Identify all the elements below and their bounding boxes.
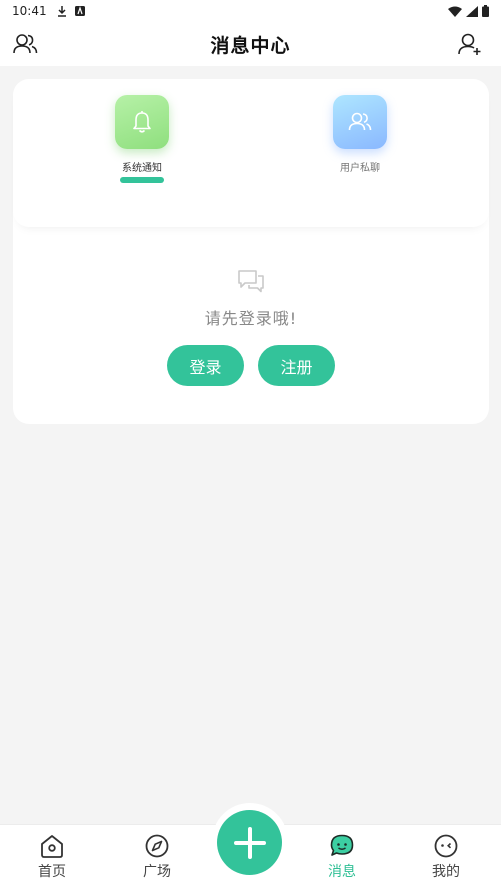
nav-label: 首页 <box>38 864 66 880</box>
status-bar: 10:41 <box>0 0 501 22</box>
battery-icon <box>482 5 489 17</box>
login-prompt: 请先登录哦! <box>204 309 298 328</box>
message-tabs: 系统通知 用户私聊 <box>13 79 489 227</box>
nav-label: 我的 <box>432 864 460 880</box>
create-post-button[interactable] <box>217 810 282 875</box>
tab-system-notice[interactable]: 系统通知 <box>87 95 197 183</box>
message-icon <box>330 834 354 856</box>
contacts-icon[interactable] <box>12 32 38 56</box>
users-icon <box>348 112 372 131</box>
nav-home[interactable]: 首页 <box>22 833 82 881</box>
plus-icon <box>233 826 266 859</box>
bell-icon <box>133 111 151 133</box>
empty-state: 请先登录哦! 登录 注册 <box>13 269 489 386</box>
compass-icon <box>145 834 169 858</box>
header: 消息中心 <box>0 22 501 66</box>
signal-icon <box>466 5 478 17</box>
tab-private-chat[interactable]: 用户私聊 <box>305 95 415 174</box>
add-friend-icon[interactable] <box>457 32 483 56</box>
active-tab-indicator <box>120 177 164 183</box>
status-time: 10:41 <box>12 4 47 18</box>
wifi-icon <box>448 6 462 17</box>
nav-label: 广场 <box>143 864 171 880</box>
page-title: 消息中心 <box>210 34 291 57</box>
tab-label: 用户私聊 <box>340 163 380 174</box>
profile-icon <box>434 834 458 858</box>
message-card: 系统通知 用户私聊 请先登录哦! 登录 注册 <box>13 79 489 424</box>
login-button[interactable]: 登录 <box>167 345 244 386</box>
tab-label: 系统通知 <box>122 163 162 174</box>
nav-mine[interactable]: 我的 <box>416 833 476 881</box>
register-button[interactable]: 注册 <box>258 345 335 386</box>
chat-bubbles-icon <box>238 270 264 293</box>
notification-a-icon <box>74 6 85 16</box>
nav-square[interactable]: 广场 <box>127 833 187 881</box>
download-icon <box>57 6 66 17</box>
nav-messages[interactable]: 消息 <box>312 833 372 881</box>
nav-label: 消息 <box>328 864 356 880</box>
home-icon <box>41 835 63 858</box>
